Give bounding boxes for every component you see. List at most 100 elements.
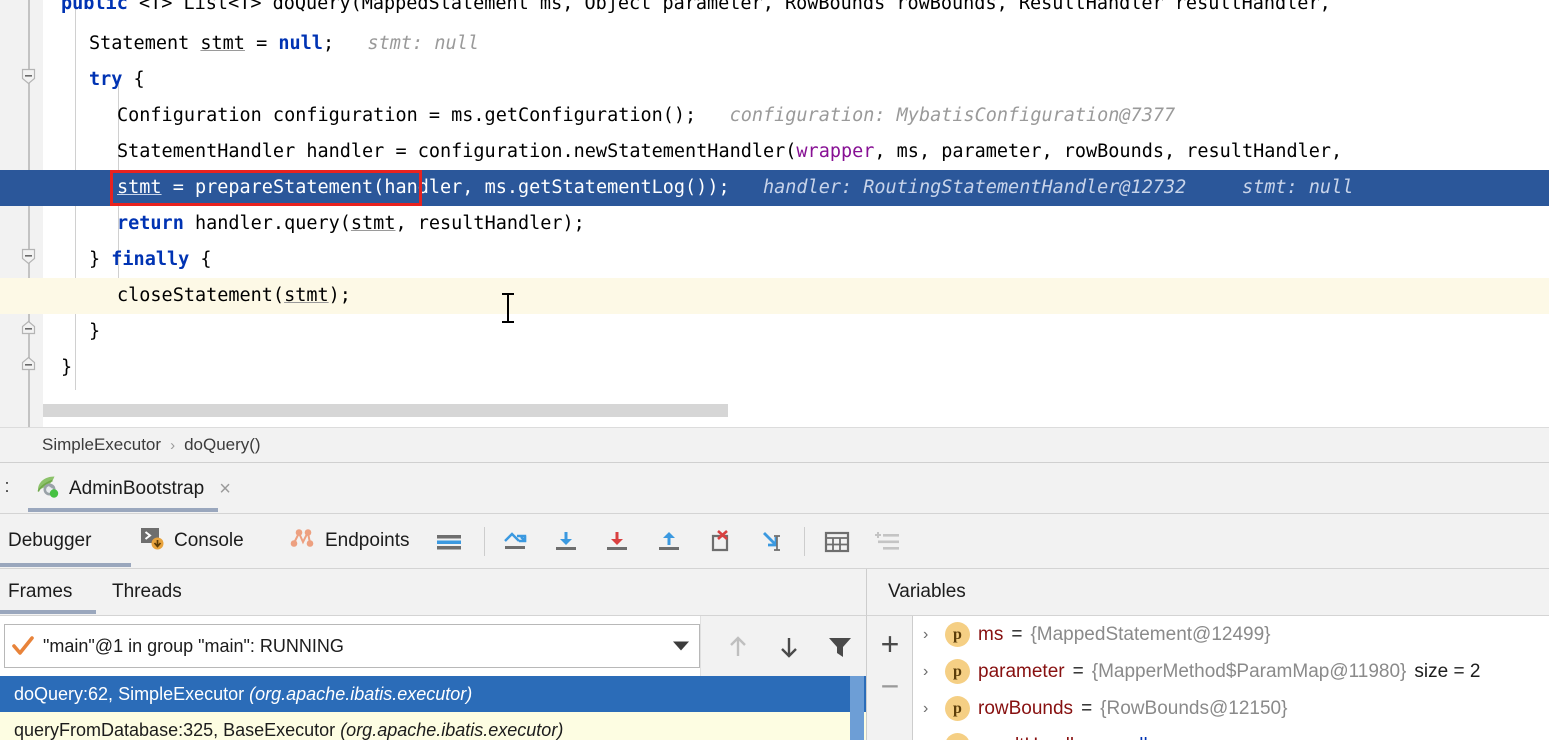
breadcrumb-item-class[interactable]: SimpleExecutor — [42, 435, 161, 455]
parameter-badge-icon: p — [945, 733, 970, 740]
parameter-badge-icon: p — [945, 696, 970, 721]
variable-equals-1: = — [1073, 661, 1084, 683]
code-line-configuration[interactable]: Configuration configuration = ms.getConf… — [43, 98, 1549, 134]
spring-boot-icon — [34, 473, 60, 504]
thread-selector[interactable]: "main"@1 in group "main": RUNNING — [4, 624, 700, 668]
variables-panel-header: Variables — [866, 569, 1549, 616]
breadcrumb-separator-icon: › — [170, 437, 175, 454]
parameter-badge-icon: p — [945, 659, 970, 684]
chevron-right-icon[interactable]: › — [923, 628, 937, 642]
tab-console[interactable]: Console — [140, 514, 244, 568]
move-up-button[interactable] — [723, 632, 753, 662]
frame-method-1: queryFromDatabase:325, BaseExecutor — [14, 720, 335, 740]
tab-endpoints[interactable]: Endpoints — [289, 514, 410, 568]
variable-equals-3: = — [1099, 735, 1110, 740]
editor-gutter[interactable] — [0, 0, 43, 427]
frame-method-0: doQuery:62, SimpleExecutor — [14, 684, 244, 705]
tab-variables[interactable]: Variables — [888, 569, 966, 615]
variable-value-ms: {MappedStatement@12499} — [1030, 624, 1270, 646]
frame-row-0[interactable]: doQuery:62, SimpleExecutor (org.apache.i… — [0, 676, 866, 712]
variable-row-rowbounds[interactable]: › p rowBounds = {RowBounds@12150} — [913, 690, 1549, 727]
variable-row-parameter[interactable]: › p parameter = {MapperMethod$ParamMap@1… — [913, 653, 1549, 690]
debug-toolbar: Debugger Console — [0, 514, 1549, 569]
code-editor[interactable]: public <T> List<T> doQuery(MappedStateme… — [0, 0, 1549, 427]
breadcrumb-item-method[interactable]: doQuery() — [184, 435, 261, 455]
tab-frames[interactable]: Frames — [8, 569, 72, 615]
variable-value-parameter: {MapperMethod$ParamMap@11980} — [1092, 661, 1407, 683]
frame-row-1[interactable]: queryFromDatabase:325, BaseExecutor (org… — [0, 712, 866, 740]
add-watch-button[interactable]: + — [876, 630, 904, 658]
fold-marker-try[interactable] — [20, 68, 37, 85]
run-tab-adminbootstrap[interactable]: AdminBootstrap × — [24, 463, 241, 514]
toolbar-separator-2 — [804, 527, 805, 556]
frames-toolbar — [700, 616, 866, 676]
run-tool-window-label: : — [0, 476, 14, 497]
variables-sidebar: + − — [867, 616, 913, 740]
code-line-finally[interactable]: } finally { — [43, 242, 1549, 278]
chevron-down-icon[interactable] — [673, 642, 689, 651]
variable-row-resulthandler[interactable]: p resultHandler = null — [913, 727, 1549, 740]
code-line-0[interactable]: public <T> List<T> doQuery(MappedStateme… — [43, 0, 1549, 22]
console-icon — [140, 526, 165, 557]
toolbar-separator-1 — [484, 527, 485, 556]
step-into-button[interactable] — [602, 527, 632, 557]
chevron-right-icon[interactable]: › — [923, 665, 937, 679]
check-icon — [11, 634, 35, 658]
evaluate-expression-button[interactable] — [822, 527, 852, 557]
code-surface[interactable]: public <T> List<T> doQuery(MappedStateme… — [43, 0, 1549, 427]
thread-selector-value: "main"@1 in group "main": RUNNING — [43, 636, 344, 657]
code-line-statement-stmt[interactable]: Statement stmt = null; stmt: null — [43, 26, 1549, 62]
variables-panel[interactable]: + − › p ms = {MappedStatement@12499} › p… — [866, 616, 1549, 740]
run-to-cursor-button[interactable] — [756, 527, 786, 557]
frame-package-1: (org.apache.ibatis.executor) — [340, 720, 563, 740]
filter-icon[interactable] — [825, 632, 855, 662]
fold-marker-finally[interactable] — [20, 248, 37, 265]
run-tab-label: AdminBootstrap — [69, 478, 204, 500]
chevron-right-icon[interactable]: › — [923, 702, 937, 716]
frame-package-0: (org.apache.ibatis.executor) — [249, 684, 472, 705]
layout-settings-button[interactable] — [873, 527, 903, 557]
tab-debugger-label: Debugger — [8, 530, 91, 552]
frames-panel[interactable]: "main"@1 in group "main": RUNNING — [0, 616, 866, 740]
endpoints-icon — [289, 526, 316, 557]
frames-panel-header: Frames Threads — [0, 569, 866, 616]
drop-frame-button[interactable] — [705, 527, 735, 557]
variables-title: Variables — [888, 581, 966, 603]
code-line-return-query[interactable]: return handler.query(stmt, resultHandler… — [43, 206, 1549, 242]
variable-value-rowbounds: {RowBounds@12150} — [1100, 698, 1287, 720]
variable-row-ms[interactable]: › p ms = {MappedStatement@12499} — [913, 616, 1549, 653]
remove-watch-button[interactable]: − — [876, 672, 904, 700]
tab-console-label: Console — [174, 530, 244, 552]
close-icon[interactable]: × — [213, 479, 231, 499]
step-over-button[interactable] — [551, 527, 581, 557]
variable-equals-0: = — [1011, 624, 1022, 646]
parameter-badge-icon: p — [945, 622, 970, 647]
step-out-button[interactable] — [654, 527, 684, 557]
variable-equals-2: = — [1081, 698, 1092, 720]
code-line-close-brace-outer[interactable]: } — [43, 350, 1549, 386]
tab-debugger[interactable]: Debugger — [8, 514, 91, 568]
code-line-close-brace-inner[interactable]: } — [43, 314, 1549, 350]
frames-vscrollbar-thumb[interactable] — [850, 676, 864, 740]
tab-threads-label: Threads — [112, 581, 182, 603]
mute-breakpoints-button[interactable] — [434, 527, 464, 557]
variable-size-parameter: size = 2 — [1414, 661, 1480, 683]
breadcrumb[interactable]: SimpleExecutor › doQuery() — [0, 427, 1549, 463]
code-line-prepare-statement[interactable]: stmt = prepareStatement(handler, ms.getS… — [43, 170, 1549, 206]
fold-marker-end-method[interactable] — [20, 356, 37, 373]
run-tab-bar: : AdminBootstrap × — [0, 463, 1549, 514]
variable-value-resulthandler: null — [1118, 735, 1148, 740]
intellij-debugger-window: public <T> List<T> doQuery(MappedStateme… — [0, 0, 1549, 740]
code-line-try[interactable]: try { — [43, 62, 1549, 98]
editor-hscrollbar-thumb[interactable] — [43, 404, 728, 417]
move-down-button[interactable] — [774, 632, 804, 662]
tab-threads[interactable]: Threads — [112, 569, 182, 615]
code-line-close-statement[interactable]: closeStatement(stmt); — [43, 278, 1549, 314]
fold-marker-end-block[interactable] — [20, 320, 37, 337]
tab-debugger-active-indicator — [0, 563, 131, 567]
show-execution-point-button[interactable] — [500, 527, 530, 557]
code-line-statement-handler[interactable]: StatementHandler handler = configuration… — [43, 134, 1549, 170]
variable-name-ms: ms — [978, 624, 1003, 646]
run-tab-active-indicator — [28, 508, 218, 512]
tab-frames-active-indicator — [0, 610, 96, 614]
